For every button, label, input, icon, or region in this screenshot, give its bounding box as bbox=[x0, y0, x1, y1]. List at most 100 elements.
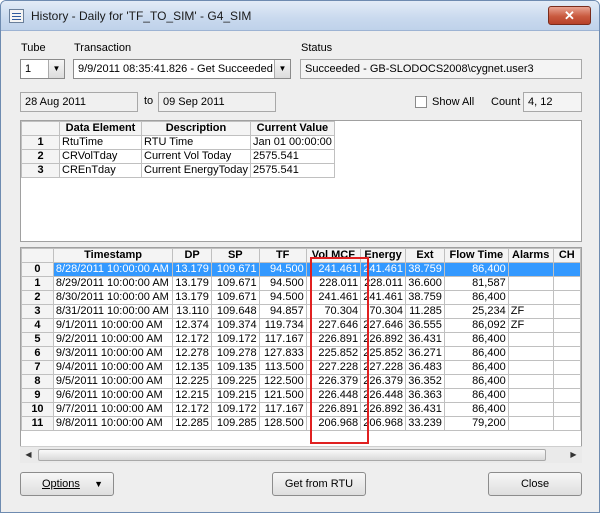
from-date-field[interactable]: 28 Aug 2011 bbox=[20, 92, 138, 112]
tf-cell[interactable]: 94.857 bbox=[258, 304, 307, 319]
column-header-alarms[interactable]: Alarms bbox=[507, 248, 554, 263]
flow-time-cell[interactable]: 86,400 bbox=[443, 374, 509, 389]
sp-cell[interactable]: 109.278 bbox=[210, 346, 260, 361]
table-row[interactable]: 3 CREnTday Current EnergyToday 2575.541 bbox=[21, 163, 335, 178]
flow-time-cell[interactable]: 86,400 bbox=[443, 388, 509, 403]
ext-cell[interactable]: 36.600 bbox=[405, 276, 445, 291]
ext-cell[interactable]: 36.363 bbox=[405, 388, 445, 403]
sp-cell[interactable]: 109.225 bbox=[210, 374, 260, 389]
ext-cell[interactable]: 36.483 bbox=[405, 360, 445, 375]
title-bar[interactable]: History - Daily for 'TF_TO_SIM' - G4_SIM… bbox=[1, 1, 599, 31]
ext-cell[interactable]: 36.431 bbox=[405, 402, 445, 417]
table-row[interactable]: 4 9/1/2011 10:00:00 AM 12.374 109.374 119.73… bbox=[21, 318, 581, 333]
energy-cell[interactable]: 206.968 bbox=[360, 416, 407, 431]
row-header[interactable]: 1 bbox=[21, 276, 54, 291]
sp-cell[interactable]: 109.172 bbox=[210, 402, 260, 417]
flow-time-cell[interactable]: 25,234 bbox=[443, 304, 509, 319]
timestamp-cell[interactable]: 9/8/2011 10:00:00 AM bbox=[52, 416, 174, 431]
timestamp-cell[interactable]: 8/31/2011 10:00:00 AM bbox=[52, 304, 174, 319]
alarms-cell[interactable] bbox=[507, 402, 554, 417]
chevron-down-icon[interactable]: ▼ bbox=[274, 60, 290, 78]
column-header-timestamp[interactable]: Timestamp bbox=[52, 248, 174, 263]
ch-cell[interactable] bbox=[552, 262, 581, 277]
flow-time-cell[interactable]: 86,400 bbox=[443, 360, 509, 375]
ext-cell[interactable]: 36.271 bbox=[405, 346, 445, 361]
flow-time-cell[interactable]: 86,092 bbox=[443, 318, 509, 333]
ch-cell[interactable] bbox=[552, 304, 581, 319]
dp-cell[interactable]: 12.225 bbox=[172, 374, 212, 389]
flow-time-cell[interactable]: 86,400 bbox=[443, 402, 509, 417]
row-header[interactable]: 7 bbox=[21, 360, 54, 375]
description-cell[interactable]: Current EnergyToday bbox=[141, 163, 251, 178]
tf-cell[interactable]: 94.500 bbox=[258, 290, 307, 305]
table-row[interactable]: 11 9/8/2011 10:00:00 AM 12.285 109.285 128.5… bbox=[21, 416, 581, 431]
energy-cell[interactable]: 241.461 bbox=[360, 290, 407, 305]
tf-cell[interactable]: 121.500 bbox=[258, 388, 307, 403]
tf-cell[interactable]: 122.500 bbox=[258, 374, 307, 389]
row-header[interactable]: 2 bbox=[21, 290, 54, 305]
options-button[interactable]: Options ▼ bbox=[20, 472, 114, 496]
show-all-checkbox[interactable] bbox=[415, 96, 427, 108]
vol-mcf-cell[interactable]: 206.968 bbox=[305, 416, 362, 431]
alarms-cell[interactable]: ZF bbox=[507, 304, 554, 319]
table-row[interactable]: 0 8/28/2011 10:00:00 AM 13.179 109.671 94.50… bbox=[21, 262, 581, 277]
to-date-field[interactable]: 09 Sep 2011 bbox=[158, 92, 276, 112]
vol-mcf-cell[interactable]: 226.891 bbox=[305, 332, 362, 347]
energy-cell[interactable]: 70.304 bbox=[360, 304, 407, 319]
close-button[interactable]: Close bbox=[488, 472, 582, 496]
ch-cell[interactable] bbox=[552, 402, 581, 417]
row-header[interactable]: 5 bbox=[21, 332, 54, 347]
column-header-flow-time[interactable]: Flow Time bbox=[443, 248, 509, 263]
column-header[interactable]: Data Element bbox=[59, 121, 142, 136]
get-from-rtu-button[interactable]: Get from RTU bbox=[272, 472, 366, 496]
table-row[interactable]: 10 9/7/2011 10:00:00 AM 12.172 109.172 117.1… bbox=[21, 402, 581, 417]
ext-cell[interactable]: 36.555 bbox=[405, 318, 445, 333]
row-header[interactable]: 6 bbox=[21, 346, 54, 361]
energy-cell[interactable]: 228.011 bbox=[360, 276, 407, 291]
column-header-ch[interactable]: CH bbox=[552, 248, 581, 263]
description-cell[interactable]: Current Vol Today bbox=[141, 149, 251, 164]
ch-cell[interactable] bbox=[552, 332, 581, 347]
dp-cell[interactable]: 12.374 bbox=[172, 318, 212, 333]
vol-mcf-cell[interactable]: 228.011 bbox=[305, 276, 362, 291]
current-value-cell[interactable]: 2575.541 bbox=[249, 149, 335, 164]
alarms-cell[interactable] bbox=[507, 276, 554, 291]
current-value-cell[interactable]: Jan 01 00:00:00 bbox=[249, 135, 335, 150]
flow-time-cell[interactable]: 86,400 bbox=[443, 346, 509, 361]
alarms-cell[interactable]: ZF bbox=[507, 318, 554, 333]
table-row[interactable]: 6 9/3/2011 10:00:00 AM 12.278 109.278 127.83… bbox=[21, 346, 581, 361]
sp-cell[interactable]: 109.374 bbox=[210, 318, 260, 333]
column-header[interactable]: Current Value bbox=[249, 121, 335, 136]
chevron-down-icon[interactable]: ▼ bbox=[48, 60, 64, 78]
ch-cell[interactable] bbox=[552, 416, 581, 431]
sp-cell[interactable]: 109.135 bbox=[210, 360, 260, 375]
table-row[interactable]: 5 9/2/2011 10:00:00 AM 12.172 109.172 117.16… bbox=[21, 332, 581, 347]
row-header[interactable]: 3 bbox=[21, 304, 54, 319]
dp-cell[interactable]: 12.135 bbox=[172, 360, 212, 375]
tf-cell[interactable]: 127.833 bbox=[258, 346, 307, 361]
vol-mcf-cell[interactable]: 70.304 bbox=[305, 304, 362, 319]
row-header[interactable]: 8 bbox=[21, 374, 54, 389]
scroll-left-icon[interactable]: ◀ bbox=[20, 447, 37, 463]
column-header-sp[interactable]: SP bbox=[210, 248, 260, 263]
energy-cell[interactable]: 226.892 bbox=[360, 332, 407, 347]
sp-cell[interactable]: 109.671 bbox=[210, 290, 260, 305]
energy-cell[interactable]: 226.892 bbox=[360, 402, 407, 417]
energy-cell[interactable]: 226.379 bbox=[360, 374, 407, 389]
transaction-select[interactable]: 9/9/2011 08:35:41.826 - Get Succeeded ▼ bbox=[73, 59, 291, 79]
current-value-cell[interactable]: 2575.541 bbox=[249, 163, 335, 178]
ch-cell[interactable] bbox=[552, 360, 581, 375]
ch-cell[interactable] bbox=[552, 346, 581, 361]
timestamp-cell[interactable]: 9/4/2011 10:00:00 AM bbox=[52, 360, 174, 375]
flow-time-cell[interactable]: 86,400 bbox=[443, 262, 509, 277]
row-header[interactable]: 0 bbox=[21, 262, 54, 277]
table-row[interactable]: 1 RtuTime RTU Time Jan 01 00:00:00 bbox=[21, 135, 335, 150]
dp-cell[interactable]: 13.110 bbox=[172, 304, 212, 319]
energy-cell[interactable]: 227.228 bbox=[360, 360, 407, 375]
column-header-ext[interactable]: Ext bbox=[405, 248, 445, 263]
timestamp-cell[interactable]: 9/6/2011 10:00:00 AM bbox=[52, 388, 174, 403]
tf-cell[interactable]: 94.500 bbox=[258, 262, 307, 277]
dp-cell[interactable]: 13.179 bbox=[172, 276, 212, 291]
ch-cell[interactable] bbox=[552, 290, 581, 305]
dp-cell[interactable]: 13.179 bbox=[172, 290, 212, 305]
